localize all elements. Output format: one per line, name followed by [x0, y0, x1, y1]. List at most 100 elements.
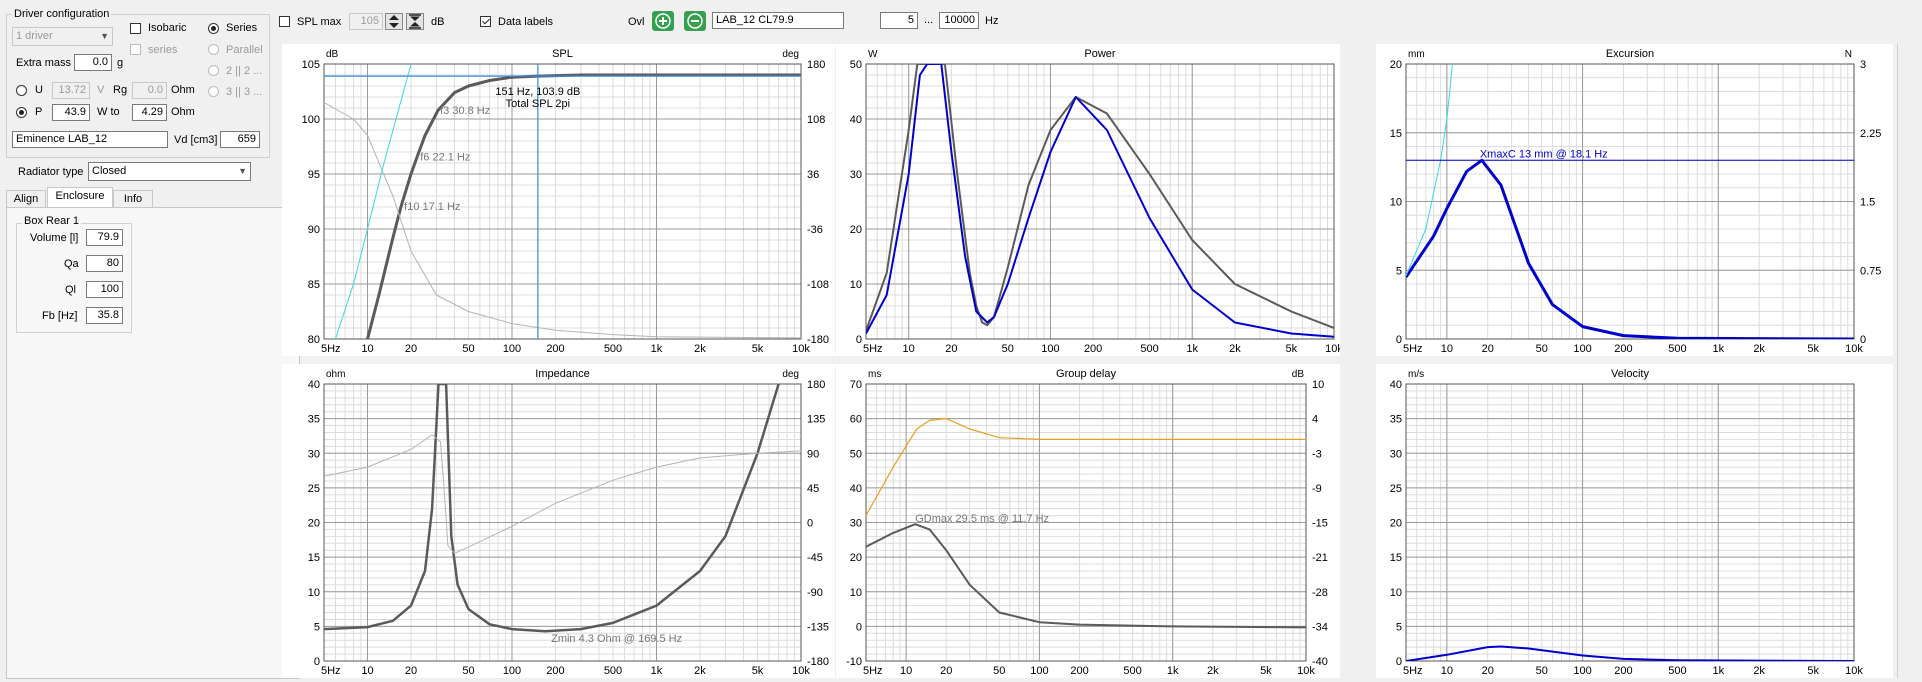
rg-input[interactable]: 0.0 [132, 82, 167, 99]
fb-label: Fb [Hz] [42, 310, 78, 322]
impedance-chart: 40 35 30 25 20 15 10 5 0 180 135 90 45 0 -45 -90 -135 -18… [282, 364, 835, 678]
y2-tick-label: -36 [807, 224, 823, 236]
opt-3-radio[interactable] [208, 86, 219, 97]
y2-tick-label: 4 [1312, 414, 1318, 426]
series-sub-label: series [148, 44, 178, 56]
freq-separator: ... [924, 14, 934, 26]
w-to-input[interactable]: 4.29 [132, 104, 167, 121]
y2-tick-label: 1.5 [1860, 197, 1875, 209]
data-labels-checkbox[interactable] [480, 16, 491, 27]
opt-3-label: 3 || 3 ... [226, 86, 263, 98]
opt-2-radio[interactable] [208, 65, 219, 76]
chevron-down-icon: ▼ [100, 31, 109, 41]
ovl-name-input[interactable]: LAB_12 CL79.9 [712, 12, 844, 29]
x-tick-label: 10k [1845, 665, 1863, 677]
y-tick-label: 10 [1390, 587, 1402, 599]
x-tick-label: 5Hz [1403, 343, 1423, 355]
spl-max-label: SPL max [297, 16, 342, 28]
extra-mass-input[interactable]: 0.0 [74, 54, 112, 71]
tab-align[interactable]: Align [6, 190, 46, 208]
ovl-add-button[interactable] [652, 11, 674, 31]
spl-marker-sublabel: Total SPL 2pi [506, 98, 570, 110]
drivers-select[interactable]: 1 driver ▼ [12, 27, 113, 46]
series-group [866, 64, 1334, 338]
fb-input[interactable]: 35.8 [86, 307, 123, 324]
group-delay-curve [866, 523, 1306, 629]
x-tick-label: 5Hz [863, 665, 883, 677]
y-tick-label: 70 [850, 379, 862, 391]
series-sub-checkbox[interactable] [130, 44, 141, 55]
y-tick-label: 35 [308, 414, 320, 426]
excursion-curve [1406, 158, 1854, 339]
box-rear-legend: Box Rear 1 [22, 215, 82, 227]
x-tick-label: 5Hz [321, 343, 341, 355]
chart-title: Power [1084, 48, 1116, 60]
y-tick-label: 50 [850, 448, 862, 460]
y-tick-label: 105 [302, 59, 320, 71]
spl-max-checkbox[interactable] [279, 16, 290, 27]
tab-info[interactable]: Info [113, 190, 153, 208]
volume-input[interactable]: 79.9 [86, 229, 123, 246]
x-tick-label: 10k [1297, 665, 1315, 677]
y-tick-label: 15 [308, 552, 320, 564]
y2-tick-label: -21 [1312, 552, 1328, 564]
p-input[interactable]: 43.9 [52, 104, 90, 121]
series-group [324, 384, 801, 633]
y2-tick-label: -90 [807, 587, 823, 599]
y2-tick-label: 180 [807, 379, 825, 391]
p-label: P [35, 106, 43, 118]
spl-max-input[interactable]: 105 [349, 13, 383, 30]
y-tick-label: 30 [850, 518, 862, 530]
y2-tick-label: -3 [1312, 448, 1322, 460]
impedance-curve [324, 384, 780, 633]
ovl-remove-button[interactable] [684, 11, 706, 31]
right-unit-label: dB [1292, 369, 1305, 380]
x-tick-label: 10k [1845, 343, 1863, 355]
u-input[interactable]: 13.72 [52, 82, 90, 99]
freq-to-input[interactable]: 10000 [939, 12, 979, 29]
x-tick-label: 100 [503, 343, 521, 355]
x-tick-label: 100 [1573, 665, 1591, 677]
spin-arrows-icon [389, 15, 399, 28]
u-radio[interactable] [16, 85, 27, 96]
qa-input[interactable]: 80 [86, 255, 123, 272]
x-tick-label: 500 [1668, 665, 1686, 677]
chart-title: Impedance [535, 368, 589, 380]
spin-up-down-button[interactable] [385, 13, 403, 30]
x-tick-label: 5Hz [863, 343, 883, 355]
x-tick-label: 20 [405, 343, 417, 355]
x-tick-label: 10 [361, 343, 373, 355]
series-radio[interactable] [208, 23, 219, 34]
y-tick-label: 20 [1390, 518, 1402, 530]
y-tick-label: 40 [850, 483, 862, 495]
x-tick-label: 2k [1753, 343, 1765, 355]
radiator-type-select[interactable]: Closed ▼ [88, 162, 251, 181]
tab-enclosure[interactable]: Enclosure [47, 187, 113, 208]
right-unit-label: deg [782, 369, 799, 380]
minus-circle-icon [687, 13, 703, 29]
power-chart: 504030201005Hz1020501002005001k2k5k10kPo… [836, 44, 1343, 356]
power-curve [866, 64, 1334, 332]
spin-extend-button[interactable] [406, 13, 424, 30]
parallel-radio[interactable] [208, 44, 219, 55]
x-tick-label: 20 [405, 665, 417, 677]
zmin-label: Zmin 4.3 Ohm @ 169.5 Hz [551, 633, 682, 645]
x-tick-label: 5k [1260, 665, 1272, 677]
x-tick-label: 2k [1207, 665, 1219, 677]
y-tick-label: 20 [1390, 59, 1402, 71]
y-tick-label: 10 [1390, 197, 1402, 209]
chevron-down-icon: ▼ [238, 166, 247, 176]
p-radio[interactable] [16, 107, 27, 118]
left-unit-label: dB [326, 49, 339, 60]
ql-input[interactable]: 100 [86, 281, 123, 298]
freq-from-input[interactable]: 5 [880, 12, 918, 29]
left-unit-label: ohm [326, 369, 345, 380]
vd-field[interactable]: 659 [220, 131, 260, 148]
chart-title: Velocity [1611, 368, 1649, 380]
series-label: Series [226, 22, 258, 34]
driver-name-field[interactable]: Eminence LAB_12 [12, 131, 168, 148]
x-tick-label: 5k [1807, 343, 1819, 355]
y-tick-label: 20 [850, 224, 862, 236]
isobaric-checkbox[interactable] [130, 23, 141, 34]
x-tick-label: 500 [1140, 343, 1158, 355]
